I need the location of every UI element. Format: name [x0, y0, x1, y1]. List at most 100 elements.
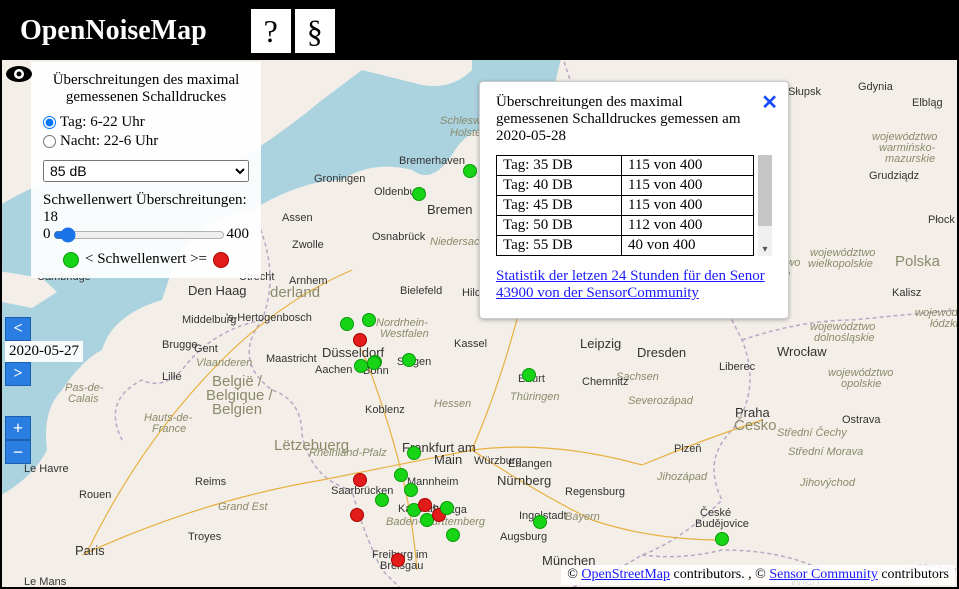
svg-text:Gdynia: Gdynia — [858, 81, 894, 93]
svg-text:Reims: Reims — [195, 476, 227, 488]
legal-button[interactable]: § — [295, 9, 335, 53]
date-nav: < 2020-05-27 > — [5, 317, 83, 386]
cell-tag: Tag: 40 DB — [497, 176, 622, 196]
sensor-marker[interactable] — [362, 313, 376, 327]
svg-text:Rouen: Rouen — [79, 489, 111, 501]
legend-green-dot — [63, 252, 79, 268]
table-row: Tag: 35 DB115 von 400 — [497, 156, 754, 176]
sensor-marker[interactable] — [402, 353, 416, 367]
sensor-marker[interactable] — [418, 498, 432, 512]
stats-link[interactable]: Statistik der letzen 24 Stunden für den … — [496, 268, 765, 301]
legend-red-dot — [213, 252, 229, 268]
sensor-popup: ✕ Überschreitungen des maximal gemessene… — [479, 81, 789, 319]
radio-night-row[interactable]: Nacht: 22-6 Uhr — [43, 133, 249, 150]
sensor-marker[interactable] — [715, 532, 729, 546]
popup-table: Tag: 35 DB115 von 400Tag: 40 DB115 von 4… — [496, 155, 754, 256]
svg-text:Koblenz: Koblenz — [365, 404, 405, 416]
map-area[interactable]: Cambridge Den Haag Utrecht Zwolle Arnhem… — [2, 60, 957, 587]
table-row: Tag: 50 DB112 von 400 — [497, 216, 754, 236]
svg-text:Calais: Calais — [68, 393, 99, 405]
svg-text:Bayern: Bayern — [565, 511, 600, 523]
sensor-marker[interactable] — [394, 468, 408, 482]
slider-max: 400 — [227, 226, 250, 243]
scroll-down-icon[interactable]: ▾ — [758, 242, 772, 256]
sensor-marker[interactable] — [375, 493, 389, 507]
svg-text:Aachen: Aachen — [315, 364, 352, 376]
zoom-out-button[interactable]: − — [5, 440, 31, 464]
svg-text:Zwolle: Zwolle — [292, 239, 324, 251]
radio-day-label: Tag: 6-22 Uhr — [60, 114, 145, 131]
svg-text:Elbląg: Elbląg — [912, 97, 943, 109]
sensorcommunity-link[interactable]: Sensor Community — [769, 567, 878, 582]
threshold-slider[interactable] — [53, 227, 225, 243]
svg-text:Chemnitz: Chemnitz — [582, 376, 628, 388]
svg-text:dolnośląskie: dolnośląskie — [814, 332, 875, 344]
svg-text:Assen: Assen — [282, 212, 313, 224]
sensor-marker[interactable] — [353, 333, 367, 347]
popup-scrollbar[interactable]: ▾ — [758, 155, 772, 256]
svg-text:Le Havre: Le Havre — [24, 463, 69, 475]
svg-text:Płock: Płock — [928, 214, 955, 226]
radio-night[interactable] — [43, 135, 56, 148]
radio-day-row[interactable]: Tag: 6-22 Uhr — [43, 114, 249, 131]
zoom-in-button[interactable]: + — [5, 416, 31, 440]
cell-tag: Tag: 35 DB — [497, 156, 622, 176]
osm-link[interactable]: OpenStreetMap — [581, 567, 670, 582]
svg-text:Groningen: Groningen — [314, 173, 365, 185]
svg-text:Lille: Lille — [162, 371, 182, 383]
svg-text:Jihozápad: Jihozápad — [656, 471, 708, 483]
svg-text:Jihovýchod: Jihovýchod — [799, 477, 856, 489]
table-row: Tag: 45 DB115 von 400 — [497, 196, 754, 216]
close-icon[interactable]: ✕ — [761, 90, 778, 115]
svg-text:Střední Morava: Střední Morava — [788, 446, 863, 458]
sensor-marker[interactable] — [407, 446, 421, 460]
svg-text:Słupsk: Słupsk — [788, 86, 822, 98]
sensor-marker[interactable] — [533, 515, 547, 529]
sensor-marker[interactable] — [440, 501, 454, 515]
toggle-panel-icon[interactable] — [4, 63, 34, 90]
sensor-marker[interactable] — [367, 356, 381, 370]
sensor-marker[interactable] — [412, 187, 426, 201]
svg-text:Thüringen: Thüringen — [510, 391, 560, 403]
sensor-marker[interactable] — [350, 508, 364, 522]
cell-count: 115 von 400 — [621, 176, 753, 196]
svg-text:Vlaanderen: Vlaanderen — [196, 357, 252, 369]
cell-count: 115 von 400 — [621, 156, 753, 176]
cell-count: 115 von 400 — [621, 196, 753, 216]
sensor-marker[interactable] — [354, 359, 368, 373]
svg-text:Hessen: Hessen — [434, 398, 471, 410]
svg-text:Střední Čechy: Střední Čechy — [777, 426, 848, 439]
date-next-button[interactable]: > — [5, 362, 31, 386]
svg-text:'s-Hertogenbosch: 's-Hertogenbosch — [226, 312, 312, 324]
svg-text:Westfalen: Westfalen — [380, 328, 429, 340]
sensor-marker[interactable] — [463, 164, 477, 178]
threshold-label: Schwellenwert Überschreitungen: 18 — [43, 192, 249, 226]
sensor-marker[interactable] — [391, 553, 405, 567]
svg-text:Severozápad: Severozápad — [628, 395, 694, 407]
svg-text:opolskie: opolskie — [841, 378, 881, 390]
sensor-marker[interactable] — [353, 473, 367, 487]
svg-text:Praha: Praha — [735, 405, 770, 420]
help-button[interactable]: ? — [251, 9, 291, 53]
date-label: 2020-05-27 — [5, 341, 83, 362]
date-prev-button[interactable]: < — [5, 317, 31, 341]
svg-text:Grand Est: Grand Est — [218, 501, 268, 513]
db-select[interactable]: 85 dB — [43, 160, 249, 182]
svg-text:Bremerhaven: Bremerhaven — [399, 155, 465, 167]
svg-text:wielkopolskie: wielkopolskie — [808, 258, 873, 270]
zoom-control: + − — [5, 416, 31, 464]
svg-text:Paris: Paris — [75, 543, 105, 558]
svg-text:Budějovice: Budějovice — [695, 518, 749, 530]
radio-day[interactable] — [43, 116, 56, 129]
slider-min: 0 — [43, 226, 51, 243]
sensor-marker[interactable] — [340, 317, 354, 331]
sensor-marker[interactable] — [522, 368, 536, 382]
sensor-marker[interactable] — [404, 483, 418, 497]
sensor-marker[interactable] — [446, 528, 460, 542]
svg-text:Bremen: Bremen — [427, 202, 473, 217]
svg-text:Augsburg: Augsburg — [500, 531, 547, 543]
svg-text:Lëtzebuerg: Lëtzebuerg — [274, 437, 349, 454]
svg-text:Grudziądz: Grudziądz — [869, 170, 919, 182]
cell-count: 40 von 400 — [621, 236, 753, 256]
svg-text:Kassel: Kassel — [454, 338, 487, 350]
